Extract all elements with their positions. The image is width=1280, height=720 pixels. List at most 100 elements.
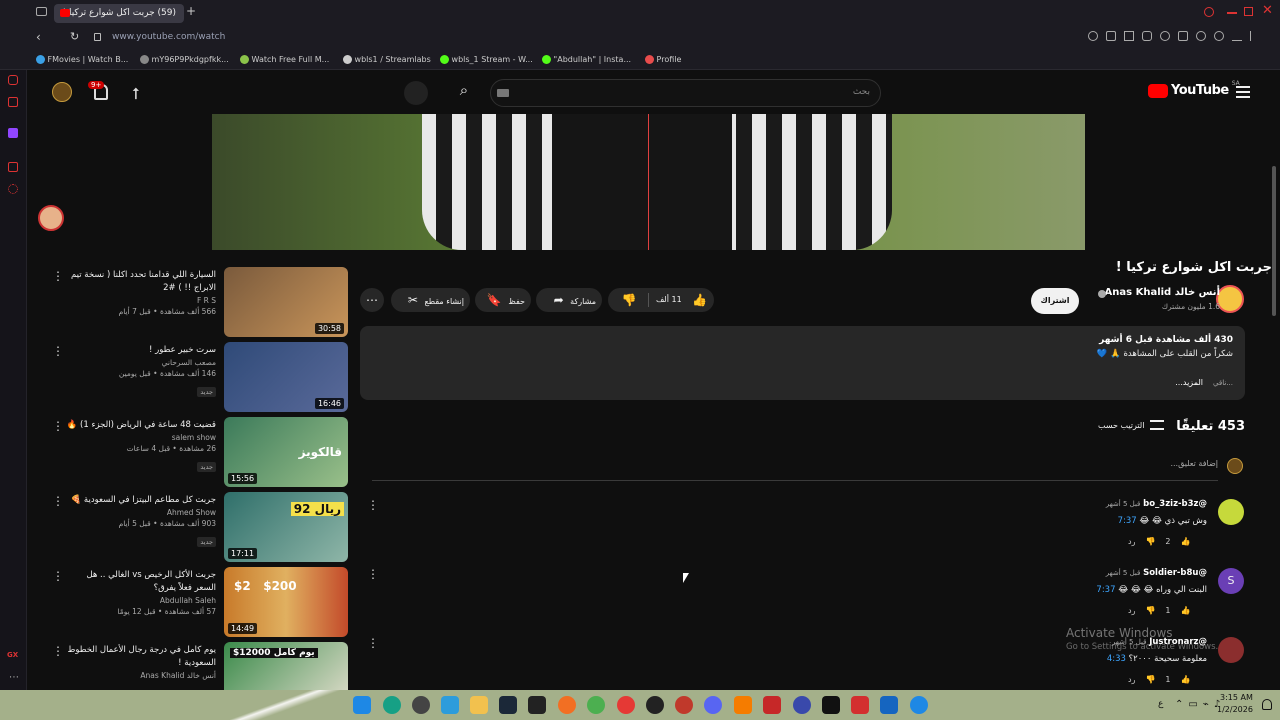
bookmark-1[interactable]: FMovies | Watch B... (36, 55, 128, 64)
like-icon[interactable]: 👍 (692, 288, 707, 312)
clip-button[interactable]: إنشاء مقطع ✂ (391, 288, 470, 312)
search-tabs-icon[interactable] (1204, 7, 1214, 17)
search-button[interactable]: ⌕ (452, 81, 476, 105)
rec-title[interactable]: قضيت 48 ساعة في الرياض (الجزء 1) 🔥 (66, 419, 216, 432)
comment-menu-icon[interactable]: ⋮ (367, 567, 379, 581)
rec-menu-icon[interactable]: ⋮ (52, 644, 64, 658)
comment-avatar[interactable] (1218, 637, 1244, 663)
comment-like-icon[interactable]: 👍 (1181, 537, 1191, 546)
comment-timestamp-link[interactable]: 7:37 (1096, 585, 1115, 595)
bookmark-4[interactable]: wbls1 / Streamlabs (343, 55, 431, 64)
chrome-dev-icon[interactable] (617, 696, 635, 714)
dislike-button[interactable]: 👎 (614, 288, 644, 312)
youtube-logo[interactable]: YouTube SA (1148, 80, 1240, 98)
video-thumbnail[interactable]: $2 $200 14:49 (224, 567, 348, 637)
rec-menu-icon[interactable]: ⋮ (52, 269, 64, 283)
page-scrollbar[interactable] (1272, 166, 1276, 316)
recommended-item[interactable]: قالكويز 15:56 قضيت 48 ساعة في الرياض (ال… (52, 417, 352, 487)
snapshot-icon[interactable] (1124, 31, 1134, 41)
active-tab[interactable]: (59) جربت اكل شوارع تركيا ! (54, 4, 184, 23)
clock-time[interactable]: 3:15 AM (1220, 693, 1253, 702)
comment-dislike-icon[interactable]: 👎 (1145, 537, 1155, 546)
comment-menu-icon[interactable]: ⋮ (367, 636, 379, 650)
vlc-icon[interactable] (734, 696, 752, 714)
minimize-button[interactable] (1227, 12, 1237, 14)
reply-button[interactable]: رد (1128, 537, 1135, 546)
sidebar-mail-icon[interactable] (8, 97, 18, 107)
comment-avatar[interactable]: S (1218, 568, 1244, 594)
sidebar-bookmark-icon[interactable] (8, 162, 18, 172)
rec-channel[interactable]: مصعب السرحاني (66, 357, 216, 368)
rec-menu-icon[interactable]: ⋮ (52, 344, 64, 358)
workspaces-icon[interactable] (36, 7, 47, 16)
download-icon[interactable] (1232, 31, 1242, 41)
comment-author[interactable]: @Soldier-b8u (1143, 568, 1207, 578)
reply-button[interactable]: رد (1128, 675, 1135, 684)
capcut-icon[interactable] (822, 696, 840, 714)
menu-icon[interactable] (1250, 31, 1260, 41)
rec-title[interactable]: يوم كامل في درجة رجال الأعمال الخطوط الس… (66, 644, 216, 670)
vpn-icon[interactable] (1142, 31, 1152, 41)
streamlabs-icon[interactable] (851, 696, 869, 714)
comment-dislike-icon[interactable]: 👎 (1145, 606, 1155, 615)
video-thumbnail[interactable]: قالكويز 15:56 (224, 417, 348, 487)
video-thumbnail[interactable]: 30:58 (224, 267, 348, 337)
rec-channel[interactable]: أنس خالد Anas Khalid (66, 670, 216, 681)
channel-name[interactable]: أنس خالد Anas Khalid (1105, 287, 1220, 298)
obs-icon[interactable] (646, 696, 664, 714)
input-language[interactable]: ع (1158, 699, 1163, 709)
rec-title[interactable]: جربت الأكل الرخيص vs الغالي .. هل السعر … (66, 569, 216, 595)
comment-avatar[interactable] (1218, 499, 1244, 525)
recommended-item[interactable]: 30:58 السيارة اللي قدامنا تحدد اكلنا ( ن… (52, 267, 352, 337)
comment-author[interactable]: @bo_3ziz-b3z (1143, 499, 1207, 509)
account-icon[interactable] (1214, 31, 1224, 41)
file-explorer-icon[interactable] (470, 696, 488, 714)
app-icon[interactable] (763, 696, 781, 714)
reply-button[interactable]: رد (1128, 606, 1135, 615)
bookmark-5[interactable]: wbls_1 Stream - W... (440, 55, 533, 64)
video-player[interactable] (212, 114, 1085, 250)
clock-date[interactable]: 1/2/2026 (1217, 705, 1253, 714)
recommended-item[interactable]: $2 $200 14:49 جربت الأكل الرخيص vs الغال… (52, 567, 352, 637)
save-button[interactable]: حفظ 🔖 (475, 288, 531, 312)
upload-icon[interactable]: ⭡ (132, 84, 140, 104)
maximize-button[interactable] (1244, 7, 1253, 16)
opera-gx-icon[interactable] (675, 696, 693, 714)
comment-menu-icon[interactable]: ⋮ (367, 498, 379, 512)
player-icon[interactable] (1178, 31, 1188, 41)
comment-timestamp-link[interactable]: 4:33 (1107, 654, 1126, 664)
bookmark-7[interactable]: Profile (645, 55, 681, 64)
rec-channel[interactable]: F R S (66, 295, 216, 306)
heart-icon[interactable] (1196, 31, 1206, 41)
channel-avatar[interactable] (1216, 285, 1244, 313)
video-thumbnail[interactable]: $12000 يوم كامل (224, 642, 348, 690)
comment-timestamp-link[interactable]: 7:37 (1118, 516, 1137, 526)
voice-search-icon[interactable] (404, 81, 428, 105)
subscribe-button[interactable]: اشتراك (1031, 288, 1079, 314)
sidebar-settings-icon[interactable] (8, 184, 18, 194)
sidebar-gx-label[interactable]: GX (7, 651, 18, 659)
notification-bell-icon[interactable] (1262, 699, 1272, 710)
video-thumbnail[interactable]: 92 ريال 17:11 (224, 492, 348, 562)
recommended-item[interactable]: 16:46 سرت خبير عطور ! مصعب السرحاني 146 … (52, 342, 352, 412)
show-more-link[interactable]: ...المزيد (1175, 378, 1203, 387)
rec-title[interactable]: سرت خبير عطور ! (66, 344, 216, 357)
channel-avatar-icon[interactable] (52, 82, 72, 102)
close-button[interactable]: ✕ (1262, 3, 1273, 18)
soundcloud-icon[interactable] (558, 696, 576, 714)
zoom-icon[interactable] (1088, 31, 1098, 41)
bookmark-6[interactable]: "Abdullah" | Insta... (542, 55, 631, 64)
rec-channel[interactable]: Ahmed Show (66, 507, 216, 518)
rec-menu-icon[interactable]: ⋮ (52, 419, 64, 433)
like-count[interactable]: 11 ألف (656, 288, 682, 312)
chrome-icon[interactable] (587, 696, 605, 714)
start-button[interactable] (353, 696, 371, 714)
sidebar-user-icon[interactable] (8, 75, 18, 85)
rec-title[interactable]: السيارة اللي قدامنا تحدد اكلنا ( نسخة تي… (66, 269, 216, 295)
video-thumbnail[interactable]: 16:46 (224, 342, 348, 412)
guide-menu-icon[interactable] (1236, 86, 1250, 98)
sidebar-more-icon[interactable]: ⋯ (9, 672, 19, 683)
rec-title[interactable]: جربت كل مطاعم البيتزا في السعودية 🍕 (66, 494, 216, 507)
search-input[interactable]: بحث (490, 79, 881, 107)
comment-like-icon[interactable]: 👍 (1181, 606, 1191, 615)
